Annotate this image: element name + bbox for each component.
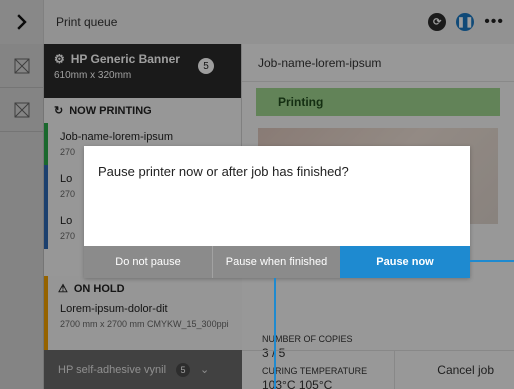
guide-line-right	[470, 260, 514, 262]
pause-when-finished-button[interactable]: Pause when finished	[212, 246, 340, 278]
do-not-pause-button[interactable]: Do not pause	[84, 246, 212, 278]
pause-now-button[interactable]: Pause now	[340, 246, 470, 278]
dialog-message: Pause printer now or after job has finis…	[98, 164, 349, 179]
guide-line-bottom	[274, 278, 276, 389]
pause-dialog: Pause printer now or after job has finis…	[84, 146, 470, 278]
dialog-actions: Do not pause Pause when finished Pause n…	[84, 246, 470, 278]
